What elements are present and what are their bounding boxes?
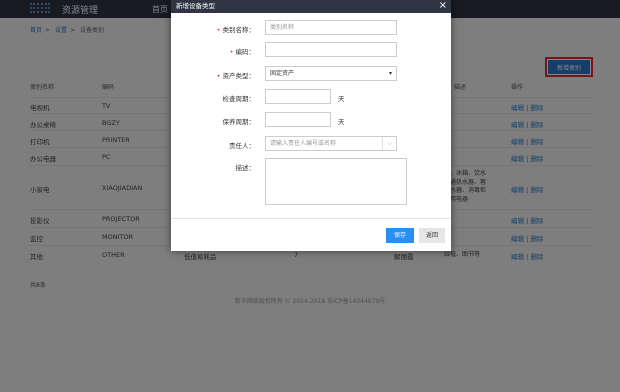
dialog-divider <box>171 218 451 219</box>
person-combobox[interactable]: 请输入责任人编号或名称 ⌵ <box>265 136 397 151</box>
chevron-down-icon: ▾ <box>388 70 392 77</box>
check-cycle-input[interactable] <box>265 89 331 104</box>
name-input[interactable]: 类别名称 <box>265 20 397 35</box>
desc-label: 描述： <box>235 164 256 172</box>
save-button[interactable]: 保存 <box>386 228 414 243</box>
maint-cycle-input[interactable] <box>265 112 331 127</box>
name-label: • 类别名称： <box>216 26 255 34</box>
close-icon[interactable]: × <box>439 0 447 12</box>
asset-type-label: • 资产类型： <box>216 72 255 80</box>
dialog-header: 新增设备类型 × <box>171 0 451 13</box>
chevron-down-icon[interactable]: ⌵ <box>382 137 396 150</box>
check-cycle-label: 检查周期： <box>222 95 256 103</box>
maint-cycle-label: 保养周期： <box>222 118 256 126</box>
person-label: 责任人： <box>229 142 255 150</box>
code-input[interactable] <box>265 42 397 57</box>
back-button[interactable]: 返回 <box>419 228 445 243</box>
asset-type-select[interactable]: 固定资产 ▾ <box>265 66 397 81</box>
add-type-dialog: 新增设备类型 × • 类别名称： 类别名称 • 编码： • 资产类型： 固定资产 ▾ 检… <box>171 0 451 251</box>
desc-textarea[interactable] <box>265 158 407 205</box>
dialog-title: 新增设备类型 <box>176 2 215 10</box>
check-cycle-unit: 天 <box>338 95 345 103</box>
maint-cycle-unit: 天 <box>338 118 345 126</box>
code-label: • 编码： <box>229 48 255 56</box>
